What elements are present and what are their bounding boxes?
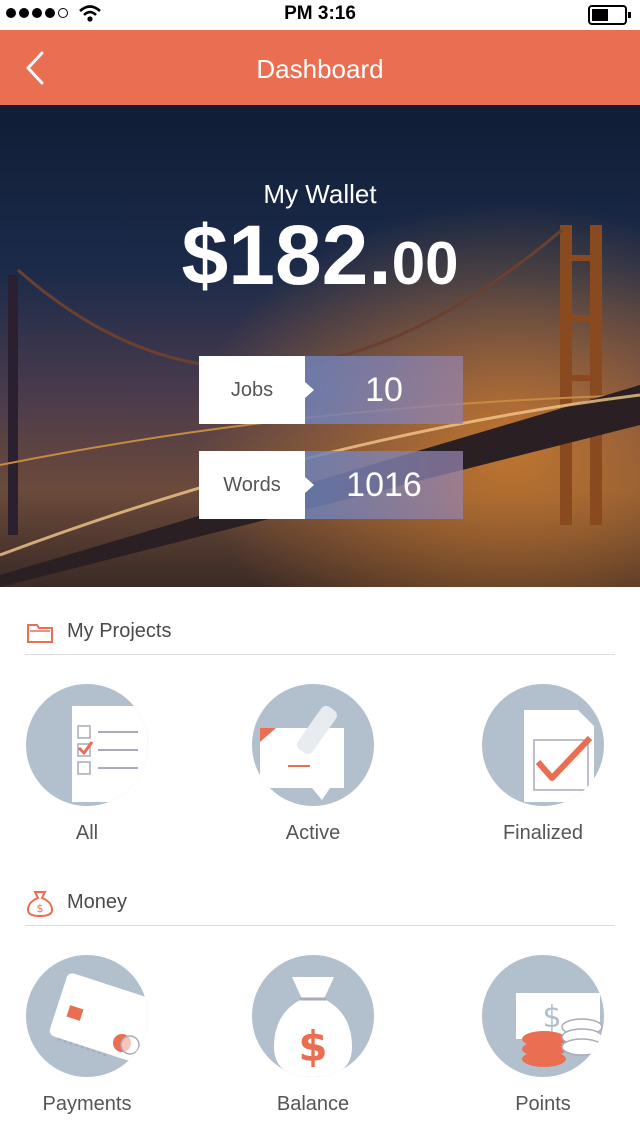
svg-text:$: $ — [542, 1000, 561, 1035]
words-stat[interactable]: Words 1016 — [199, 451, 463, 519]
money-payments-label: Payments — [42, 1093, 132, 1115]
projects-finalized-tile[interactable]: Finalized — [453, 684, 633, 845]
projects-active-label: Active — [285, 822, 341, 844]
money-points-label: Points — [515, 1093, 571, 1115]
status-bar: PM 3:16 — [0, 0, 640, 30]
jobs-value: 10 — [305, 356, 463, 424]
projects-all-tile[interactable]: All — [0, 684, 177, 845]
jobs-stat[interactable]: Jobs 10 — [199, 356, 463, 424]
nav-bar: Dashboard — [0, 30, 640, 105]
money-bag-icon: $ — [26, 890, 54, 917]
active-projects-icon — [252, 684, 374, 806]
wallet-label: My Wallet — [263, 179, 377, 209]
money-balance-tile[interactable]: $ Balance — [223, 955, 403, 1116]
finalized-projects-icon — [482, 684, 604, 806]
projects-section-header: My Projects — [25, 609, 615, 655]
all-projects-icon — [26, 684, 148, 806]
money-payments-tile[interactable]: Payments — [0, 955, 177, 1116]
points-coins-icon: $ — [482, 955, 604, 1077]
wallet-amount: $182.00 — [0, 213, 640, 297]
projects-section-title: My Projects — [67, 620, 172, 642]
svg-text:$: $ — [298, 1022, 327, 1071]
money-section-header: $ Money — [25, 880, 615, 926]
wallet-amount-cents: 00 — [391, 230, 459, 297]
balance-bag-icon: $ — [252, 955, 374, 1077]
page-title: Dashboard — [256, 54, 384, 84]
jobs-label: Jobs — [199, 356, 314, 424]
words-label: Words — [199, 451, 314, 519]
wallet-amount-main: $182. — [181, 208, 392, 302]
projects-active-tile[interactable]: Active — [223, 684, 403, 845]
status-time: PM 3:16 — [284, 3, 356, 24]
wallet-hero: My Wallet $182.00 Jobs 10 Words 1016 — [0, 105, 640, 587]
money-points-tile[interactable]: $ Points — [453, 955, 633, 1116]
words-value: 1016 — [305, 451, 463, 519]
projects-all-label: All — [75, 822, 99, 844]
payments-card-icon — [26, 955, 148, 1077]
folder-icon — [27, 623, 53, 643]
projects-finalized-label: Finalized — [502, 822, 584, 844]
battery-icon — [588, 5, 631, 25]
money-section-title: Money — [67, 891, 128, 913]
money-balance-label: Balance — [276, 1093, 350, 1115]
svg-text:$: $ — [37, 902, 44, 915]
